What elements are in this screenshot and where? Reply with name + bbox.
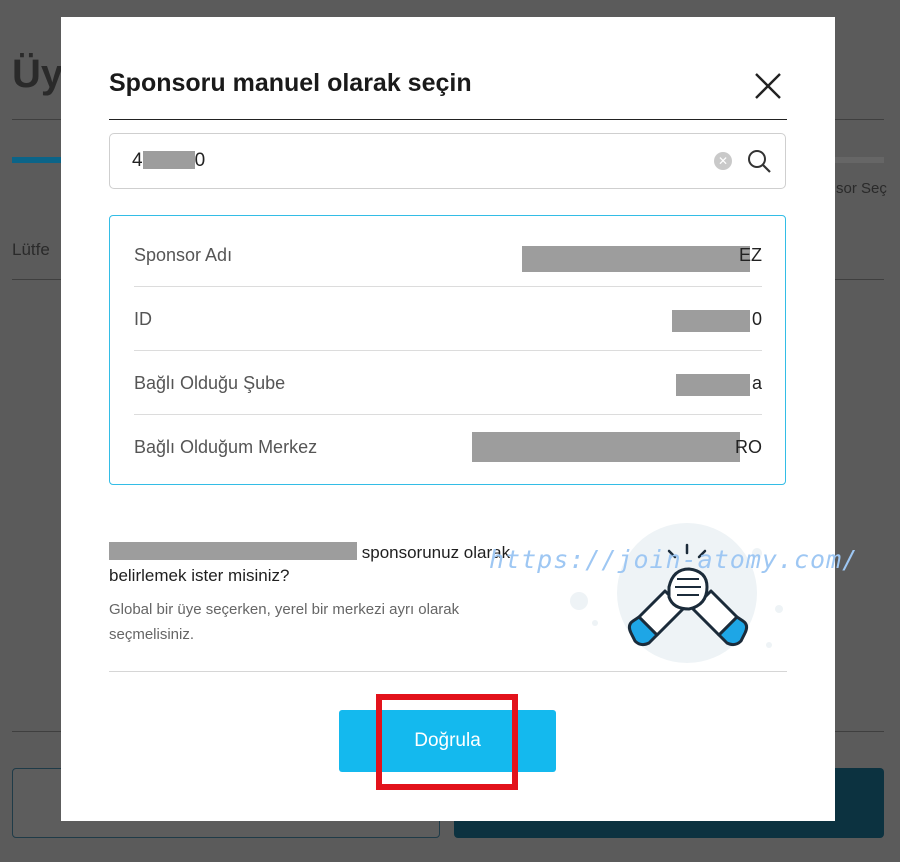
- sponsor-search-input[interactable]: 40: [132, 148, 692, 176]
- info-row-id: ID 0: [134, 286, 762, 351]
- confirm-text-main: sponsorunuz olarak: [361, 543, 511, 562]
- info-label: Bağlı Olduğum Merkez: [134, 437, 318, 457]
- info-label: ID: [134, 309, 152, 329]
- background-step-label: sor Seç: [836, 180, 887, 197]
- close-icon: [755, 73, 781, 99]
- confirm-question: belirlemek ister misiniz?: [109, 566, 290, 585]
- footer-divider: [109, 671, 787, 672]
- close-button[interactable]: [751, 69, 785, 103]
- info-row-sponsor-name: Sponsor Adı EZ: [134, 222, 762, 287]
- background-please-text: Lütfe: [12, 240, 50, 259]
- redacted-block: [672, 310, 750, 332]
- background-progress-inactive: [834, 157, 884, 163]
- sponsor-info-panel: Sponsor Adı EZ ID 0 Bağlı Olduğu Şube a …: [109, 215, 786, 485]
- redacted-block: [109, 542, 357, 560]
- modal-title: Sponsoru manuel olarak seçin: [109, 69, 472, 97]
- redacted-block: [142, 151, 195, 169]
- info-row-center: Bağlı Olduğum Merkez RO: [134, 414, 762, 478]
- search-icon[interactable]: [746, 148, 772, 174]
- verify-button[interactable]: Doğrula: [339, 710, 556, 772]
- watermark-text: https://join-atomy.com/: [489, 545, 859, 574]
- hint-text: Global bir üye seçerken, yerel bir merke…: [109, 601, 460, 643]
- handshake-icon: [570, 523, 783, 663]
- search-value-end: 0: [194, 150, 206, 171]
- background-page-title: Üy: [12, 52, 64, 96]
- info-label: Sponsor Adı: [134, 245, 233, 265]
- info-value: RO: [735, 437, 762, 457]
- sponsor-search-box: 40 ✕: [109, 133, 786, 189]
- sponsor-select-modal: Sponsoru manuel olarak seçin 40 ✕ Sponso…: [61, 17, 857, 821]
- info-value: EZ: [738, 245, 762, 265]
- info-value: a: [751, 373, 762, 393]
- search-value-start: 4: [132, 150, 143, 171]
- redacted-block: [472, 432, 740, 462]
- handshake-illustration: [561, 513, 801, 673]
- info-label: Bağlı Olduğu Şube: [134, 373, 286, 393]
- redacted-block: [676, 374, 750, 396]
- redacted-block: [522, 246, 750, 272]
- info-row-branch: Bağlı Olduğu Şube a: [134, 350, 762, 415]
- clear-icon[interactable]: ✕: [714, 152, 732, 170]
- title-divider: [109, 119, 787, 120]
- info-value: 0: [751, 309, 762, 329]
